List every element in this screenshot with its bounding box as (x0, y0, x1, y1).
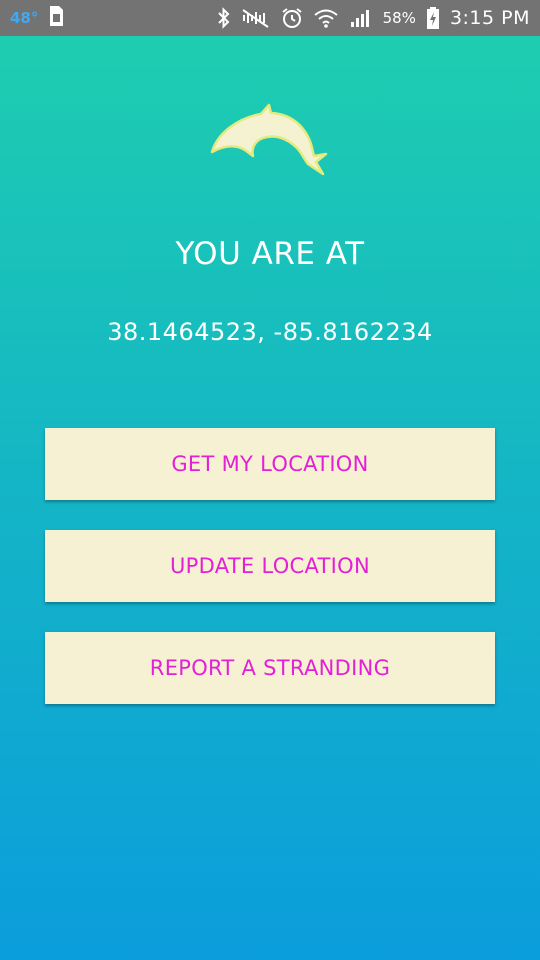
signal-icon (349, 7, 373, 29)
get-my-location-button[interactable]: GET MY LOCATION (45, 428, 495, 500)
battery-percent: 58% (382, 9, 416, 27)
sim-card-icon (48, 5, 64, 32)
bluetooth-icon (217, 7, 231, 29)
coordinates-text: 38.1464523, -85.8162234 (107, 318, 433, 346)
dolphin-icon (205, 100, 333, 180)
alarm-icon (281, 7, 303, 29)
wifi-icon (313, 7, 339, 29)
update-location-button[interactable]: UPDATE LOCATION (45, 530, 495, 602)
location-heading: YOU ARE AT (175, 236, 365, 272)
status-right: 58% 3:15 PM (217, 6, 540, 30)
status-bar: 48° 58% 3:15 PM (0, 0, 540, 36)
temperature-indicator: 48° (10, 9, 39, 27)
report-stranding-button[interactable]: REPORT A STRANDING (45, 632, 495, 704)
mute-icon (241, 7, 271, 29)
status-left: 48° (0, 5, 64, 32)
battery-charging-icon (426, 6, 440, 30)
clock: 3:15 PM (449, 7, 530, 29)
